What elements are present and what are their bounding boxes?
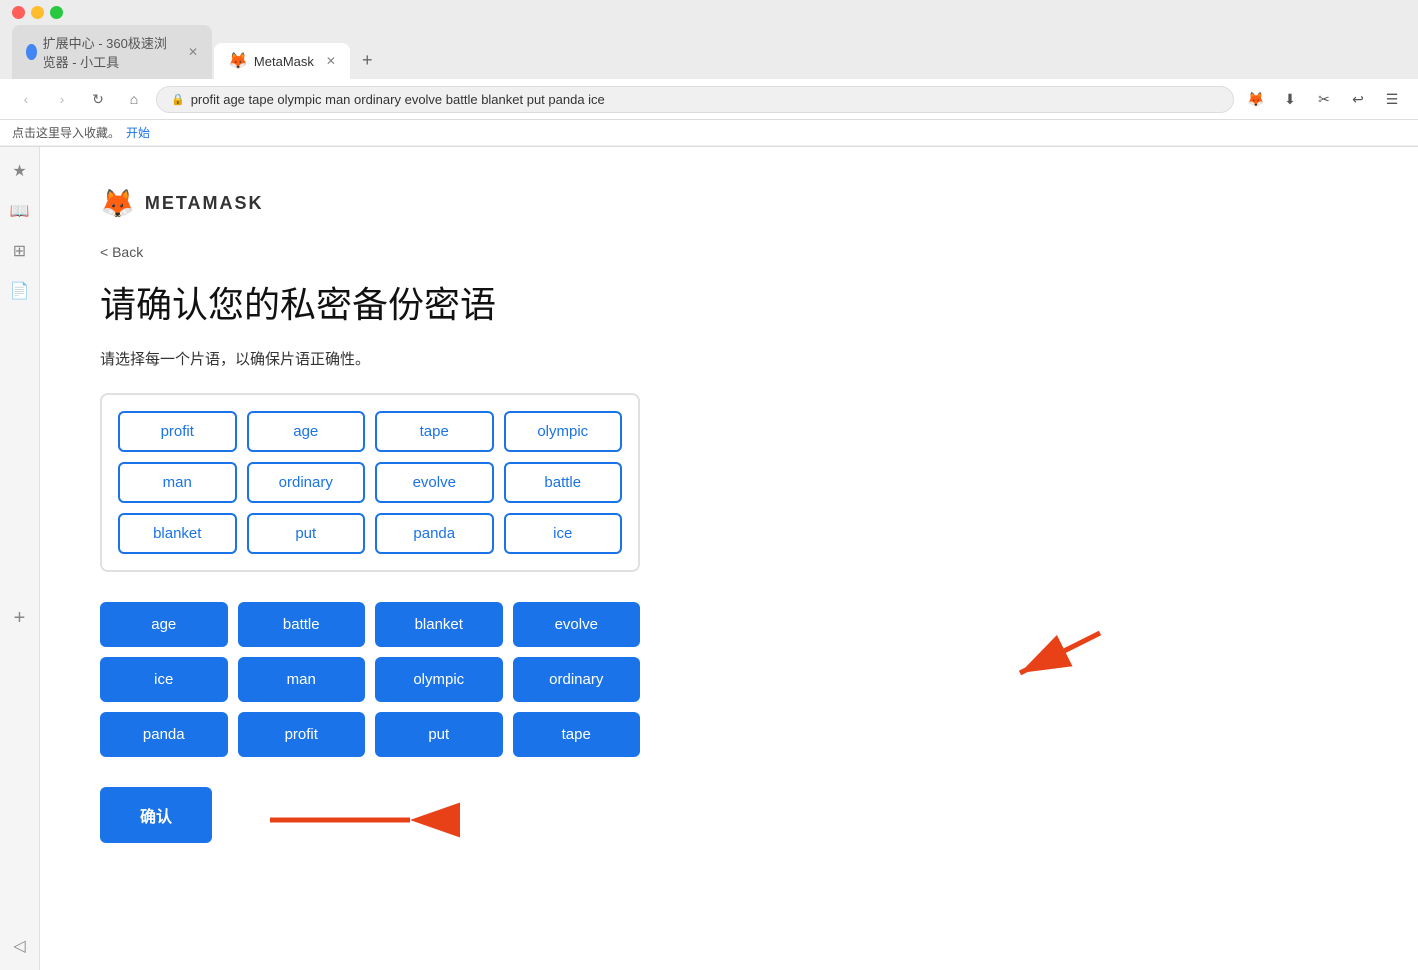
infobar-text: 点击这里导入收藏。 [12,124,120,141]
selected-chip-profit[interactable]: profit [238,712,366,757]
selected-chip-blanket[interactable]: blanket [375,602,503,647]
fox-extension-icon[interactable]: 🦊 [1242,85,1270,113]
tab-metamask[interactable]: 🦊 MetaMask ✕ [214,43,350,79]
selected-chip-tape[interactable]: tape [513,712,641,757]
scissors-icon[interactable]: ✂ [1310,85,1338,113]
download-icon[interactable]: ⬇ [1276,85,1304,113]
selected-grid: agebattleblanketevolve icemanolympicordin… [100,602,640,757]
confirm-button[interactable]: 确认 [100,787,212,843]
selected-chip-olympic[interactable]: olympic [375,657,503,702]
selected-chip-evolve[interactable]: evolve [513,602,641,647]
back-link[interactable]: < Back [100,244,143,260]
home-nav-btn[interactable]: ⌂ [120,85,148,113]
tab-metamask-label: MetaMask [254,54,314,69]
metamask-title: METAMASK [145,193,264,214]
arrow-area: profitagetapeolympicmanordinaryevolvebat… [100,393,1000,843]
word-grid-unselected: profitagetapeolympic manordinaryevolvebat… [100,393,640,572]
browser-body: ★ 📖 ⊞ 📄 + ◁ 🦊 METAMASK < Back 请确认您的私密备份密… [0,147,1418,970]
new-tab-btn[interactable]: + [352,42,383,79]
lock-icon: 🔒 [171,93,185,106]
tab-bar: 扩展中心 - 360极速浏览器 - 小工具 ✕ 🦊 MetaMask ✕ + [0,25,1418,79]
word-chip-man[interactable]: man [118,462,237,503]
page-subtitle: 请选择每一个片语，以确保片语正确性。 [100,348,1358,369]
arrow-bottom [260,795,420,845]
sidebar-icon-doc[interactable]: 📄 [8,279,32,303]
close-window-btn[interactable] [12,6,25,19]
browser-actions: 🦊 ⬇ ✂ ↩ ☰ [1242,85,1406,113]
sidebar-icon-grid[interactable]: ⊞ [8,239,32,263]
word-chip-ordinary[interactable]: ordinary [247,462,366,503]
selected-chip-ice[interactable]: ice [100,657,228,702]
back-nav-btn[interactable]: ‹ [12,85,40,113]
selected-chip-panda[interactable]: panda [100,712,228,757]
word-chip-ice[interactable]: ice [504,513,623,554]
minimize-window-btn[interactable] [31,6,44,19]
metamask-header: 🦊 METAMASK [100,187,1358,220]
word-chip-age[interactable]: age [247,411,366,452]
address-bar-row: ‹ › ↻ ⌂ 🔒 profit age tape olympic man or… [0,79,1418,120]
word-chip-tape[interactable]: tape [375,411,494,452]
titlebar [0,0,1418,25]
arrow-top [1000,623,1120,683]
refresh-nav-btn[interactable]: ↻ [84,85,112,113]
selected-chip-age[interactable]: age [100,602,228,647]
sidebar-icon-book[interactable]: 📖 [8,199,32,223]
selected-chip-man[interactable]: man [238,657,366,702]
selected-chip-ordinary[interactable]: ordinary [513,657,641,702]
history-icon[interactable]: ↩ [1344,85,1372,113]
tab-extensions[interactable]: 扩展中心 - 360极速浏览器 - 小工具 ✕ [12,25,212,79]
page-heading: 请确认您的私密备份密语 [100,276,1358,328]
sidebar-collapse-btn[interactable]: ◁ [8,934,32,958]
address-bar[interactable]: 🔒 profit age tape olympic man ordinary e… [156,86,1234,113]
word-chip-profit[interactable]: profit [118,411,237,452]
info-bar: 点击这里导入收藏。 开始 [0,120,1418,146]
confirm-area: 确认 [100,787,212,843]
page-content: 🦊 METAMASK < Back 请确认您的私密备份密语 请选择每一个片语，以… [40,147,1418,970]
tab-extensions-close[interactable]: ✕ [188,45,198,59]
sidebar: ★ 📖 ⊞ 📄 + ◁ [0,147,40,970]
word-chip-evolve[interactable]: evolve [375,462,494,503]
forward-nav-btn[interactable]: › [48,85,76,113]
word-chip-put[interactable]: put [247,513,366,554]
maximize-window-btn[interactable] [50,6,63,19]
browser-chrome: 扩展中心 - 360极速浏览器 - 小工具 ✕ 🦊 MetaMask ✕ + ‹… [0,0,1418,147]
address-text: profit age tape olympic man ordinary evo… [191,92,605,107]
word-chip-panda[interactable]: panda [375,513,494,554]
infobar-link[interactable]: 开始 [126,124,150,141]
tab-metamask-close[interactable]: ✕ [326,54,336,68]
word-chip-battle[interactable]: battle [504,462,623,503]
sidebar-add-btn[interactable]: + [8,607,32,631]
sidebar-icon-star[interactable]: ★ [8,159,32,183]
tab-extensions-label: 扩展中心 - 360极速浏览器 - 小工具 [43,33,176,71]
selected-chip-battle[interactable]: battle [238,602,366,647]
menu-icon[interactable]: ☰ [1378,85,1406,113]
word-chip-blanket[interactable]: blanket [118,513,237,554]
metamask-logo: 🦊 [100,187,135,220]
word-chip-olympic[interactable]: olympic [504,411,623,452]
window-controls [12,6,63,19]
selected-chip-put[interactable]: put [375,712,503,757]
